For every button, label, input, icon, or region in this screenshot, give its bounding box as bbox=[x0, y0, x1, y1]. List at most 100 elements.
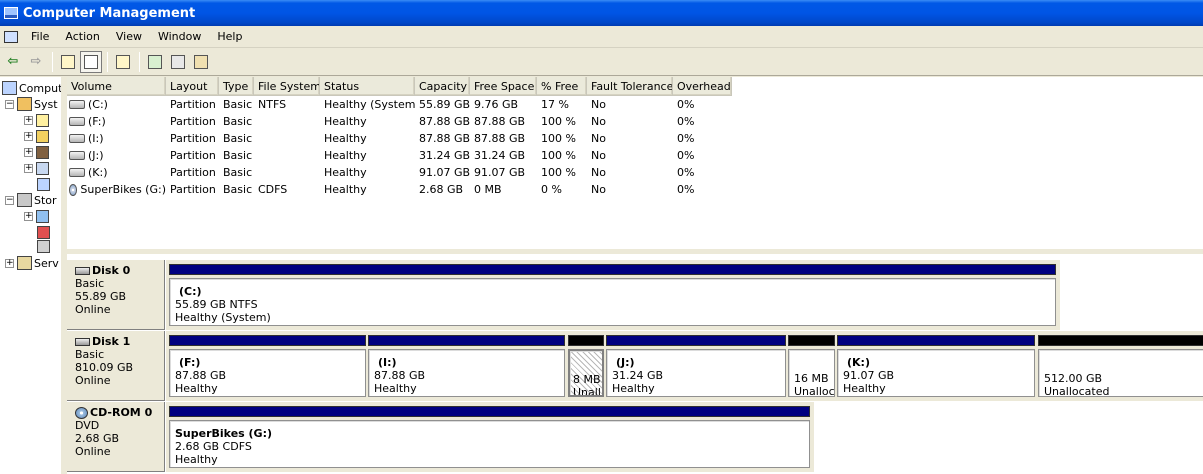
properties-icon[interactable] bbox=[112, 51, 134, 73]
table-row[interactable]: SuperBikes (G:) Partition Basic CDFS Healthy… bbox=[67, 181, 1203, 198]
unallocated-16mb[interactable]: 16 MB Unalloc bbox=[788, 335, 835, 397]
shared-folders-icon bbox=[36, 129, 49, 143]
cell-file-system bbox=[254, 113, 320, 130]
cell-file-system-text: NTFS bbox=[258, 98, 287, 111]
expand-icon[interactable]: + bbox=[24, 115, 33, 125]
show-hide-console-tree-icon[interactable] bbox=[80, 50, 102, 73]
partition-k[interactable]: (K:) 91.07 GB Healthy bbox=[837, 335, 1035, 397]
disk-row-disk-0[interactable]: Disk 0 Basic 55.89 GB Online (C:) 55.89 … bbox=[67, 260, 1067, 330]
menu-file[interactable]: File bbox=[24, 28, 56, 45]
expand-icon[interactable]: + bbox=[24, 163, 33, 173]
forward-arrow-icon[interactable]: ⇨ bbox=[25, 51, 47, 73]
cell-layout-text: Partition bbox=[170, 149, 216, 162]
help-icon[interactable] bbox=[190, 51, 212, 73]
col-free-space[interactable]: Free Space bbox=[470, 77, 537, 96]
cell-overhead: 0% bbox=[673, 164, 732, 181]
col-status[interactable]: Status bbox=[320, 77, 415, 96]
disk-type: Basic bbox=[75, 348, 105, 361]
col-file-system[interactable]: File System bbox=[254, 77, 320, 96]
partition-size: 91.07 GB bbox=[843, 369, 895, 382]
disk-info-disk-1[interactable]: Disk 1 Basic 810.09 GB Online bbox=[67, 331, 165, 401]
cdrom-volume-icon bbox=[69, 183, 78, 196]
expand-icon[interactable]: + bbox=[24, 131, 33, 141]
table-row[interactable]: (C:) Partition Basic NTFS Healthy (System) 55… bbox=[67, 96, 1203, 113]
collapse-icon[interactable]: − bbox=[5, 195, 14, 205]
expand-icon[interactable]: + bbox=[24, 147, 33, 157]
cell-status: Healthy bbox=[320, 181, 415, 198]
partition-i[interactable]: (I:) 87.88 GB Healthy bbox=[368, 335, 565, 397]
table-row[interactable]: (J:) Partition Basic Healthy 31.24 GB 31.24 G… bbox=[67, 147, 1203, 164]
tree-node-removable-storage[interactable]: + bbox=[24, 208, 51, 224]
col-fault-tolerance[interactable]: Fault Tolerance bbox=[587, 77, 673, 96]
title-bar: Computer Management bbox=[0, 0, 1203, 26]
table-row[interactable]: (I:) Partition Basic Healthy 87.88 GB 87.88 G… bbox=[67, 130, 1203, 147]
table-row[interactable]: (F:) Partition Basic Healthy 87.88 GB 87.88 G… bbox=[67, 113, 1203, 130]
menu-action[interactable]: Action bbox=[58, 28, 106, 45]
cell-layout: Partition bbox=[166, 130, 219, 147]
cell-overhead-text: 0% bbox=[677, 183, 695, 196]
disk-info-cdrom-0[interactable]: CD-ROM 0 DVD 2.68 GB Online bbox=[67, 402, 165, 472]
col-volume[interactable]: Volume bbox=[67, 77, 166, 96]
cell-capacity-text: 31.24 GB bbox=[419, 149, 470, 162]
disk-row-cdrom-0[interactable]: CD-ROM 0 DVD 2.68 GB Online SuperBikes (… bbox=[67, 402, 827, 472]
mmc-system-menu-icon[interactable] bbox=[4, 30, 18, 43]
table-row[interactable]: (K:) Partition Basic Healthy 91.07 GB 91.07 G… bbox=[67, 164, 1203, 181]
col-percent-free[interactable]: % Free bbox=[537, 77, 587, 96]
expand-icon[interactable]: + bbox=[24, 211, 33, 221]
partition-g[interactable]: SuperBikes (G:) 2.68 GB CDFS Healthy bbox=[169, 406, 810, 468]
menu-help[interactable]: Help bbox=[210, 28, 249, 45]
col-layout[interactable]: Layout bbox=[166, 77, 219, 96]
tree-label-root: Compute bbox=[19, 81, 63, 95]
cell-volume: (C:) bbox=[67, 96, 166, 113]
partition-c[interactable]: (C:) 55.89 GB NTFS Healthy (System) bbox=[169, 264, 1056, 326]
cell-type-text: Basic bbox=[223, 132, 253, 145]
col-capacity[interactable]: Capacity bbox=[415, 77, 470, 96]
refresh-icon[interactable] bbox=[144, 51, 166, 73]
tree-node-storage[interactable]: − Stor bbox=[5, 192, 57, 208]
menu-view[interactable]: View bbox=[109, 28, 149, 45]
partition-j[interactable]: (J:) 31.24 GB Healthy bbox=[606, 335, 786, 397]
cell-free-space-text: 91.07 GB bbox=[474, 166, 526, 179]
disk-name: CD-ROM 0 bbox=[90, 406, 153, 419]
tree-node-system-tools[interactable]: − Syst bbox=[5, 96, 58, 112]
tree-node-event-viewer[interactable]: + bbox=[24, 112, 51, 128]
expand-icon[interactable]: + bbox=[5, 258, 14, 268]
cell-fault-tolerance-text: No bbox=[591, 149, 606, 162]
col-overhead[interactable]: Overhead bbox=[673, 77, 732, 96]
partition-size: 87.88 GB bbox=[374, 369, 426, 382]
collapse-icon[interactable]: − bbox=[5, 99, 14, 109]
tree-node-device-manager[interactable] bbox=[37, 176, 52, 192]
tree-node-root[interactable]: Compute bbox=[2, 80, 63, 96]
cell-overhead: 0% bbox=[673, 147, 732, 164]
up-one-level-icon[interactable] bbox=[57, 51, 79, 73]
col-type[interactable]: Type bbox=[219, 77, 254, 96]
partition-label: (I:) bbox=[378, 356, 397, 369]
cell-capacity: 91.07 GB bbox=[415, 164, 470, 181]
tree-node-shared-folders[interactable]: + bbox=[24, 128, 51, 144]
tree-node-performance-logs[interactable]: + bbox=[24, 160, 51, 176]
cell-layout-text: Partition bbox=[170, 98, 216, 111]
cell-fault-tolerance: No bbox=[587, 96, 673, 113]
partition-body: SuperBikes (G:) 2.68 GB CDFS Healthy bbox=[169, 420, 810, 468]
cell-type-text: Basic bbox=[223, 98, 253, 111]
disk-state: Online bbox=[75, 445, 111, 458]
partition-bar bbox=[169, 406, 810, 417]
menu-window[interactable]: Window bbox=[151, 28, 208, 45]
tree-node-services[interactable]: + Serv bbox=[5, 255, 59, 271]
unallocated-512gb[interactable]: 512.00 GB Unallocated bbox=[1038, 335, 1203, 397]
export-list-icon[interactable] bbox=[167, 51, 189, 73]
partition-label: (C:) bbox=[179, 285, 202, 298]
cell-percent-free-text: 17 % bbox=[541, 98, 569, 111]
cell-fault-tolerance: No bbox=[587, 181, 673, 198]
disk-row-disk-1[interactable]: Disk 1 Basic 810.09 GB Online (F:) 87.88… bbox=[67, 331, 1203, 401]
cell-status: Healthy (System) bbox=[320, 96, 415, 113]
unallocated-8mb[interactable]: 8 MB Unall bbox=[568, 335, 604, 397]
tree-node-local-users[interactable]: + bbox=[24, 144, 51, 160]
cell-status: Healthy bbox=[320, 147, 415, 164]
tree-node-disk-management[interactable] bbox=[37, 238, 52, 254]
partition-f[interactable]: (F:) 87.88 GB Healthy bbox=[169, 335, 366, 397]
back-arrow-icon[interactable]: ⇦ bbox=[2, 51, 24, 73]
cell-capacity-text: 87.88 GB bbox=[419, 132, 470, 145]
disk-info-disk-0[interactable]: Disk 0 Basic 55.89 GB Online bbox=[67, 260, 165, 330]
storage-icon bbox=[17, 193, 32, 207]
